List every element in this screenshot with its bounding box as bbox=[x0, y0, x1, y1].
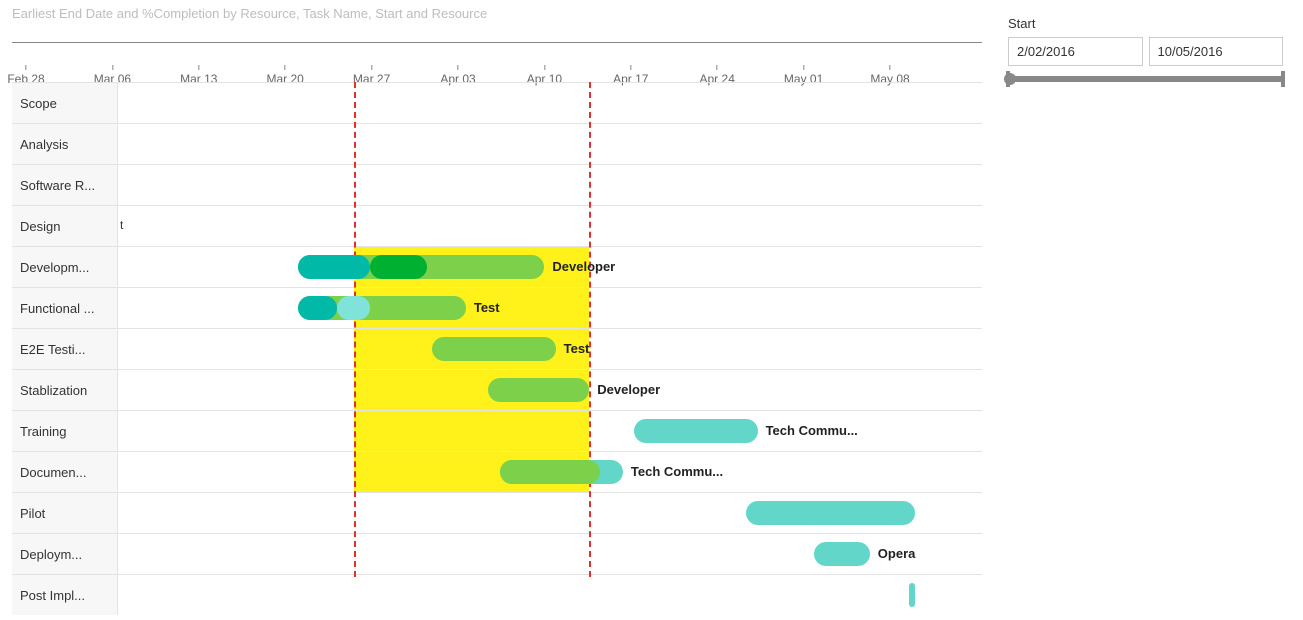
truncated-bar-label: t bbox=[120, 218, 123, 232]
row-label: Stablization bbox=[12, 370, 118, 410]
bar-resource-label: Opera bbox=[878, 546, 916, 561]
gantt-chart: Earliest End Date and %Completion by Res… bbox=[12, 6, 982, 57]
bar-zone: Test bbox=[118, 329, 982, 369]
gantt-row: Designt bbox=[12, 205, 982, 246]
gantt-bar[interactable] bbox=[746, 501, 914, 525]
bar-zone bbox=[118, 575, 982, 615]
bar-zone: Developer bbox=[118, 247, 982, 287]
bar-zone: Developer bbox=[118, 370, 982, 410]
milestone-line bbox=[354, 82, 356, 577]
row-label: Post Impl... bbox=[12, 575, 118, 615]
gantt-row: Analysis bbox=[12, 123, 982, 164]
row-label: Developm... bbox=[12, 247, 118, 287]
gantt-row: Software R... bbox=[12, 164, 982, 205]
row-label: E2E Testi... bbox=[12, 329, 118, 369]
row-label: Functional ... bbox=[12, 288, 118, 328]
row-label: Documen... bbox=[12, 452, 118, 492]
gantt-row: Scope bbox=[12, 82, 982, 123]
gantt-row: Stablization Developer bbox=[12, 369, 982, 410]
bar-resource-label: Test bbox=[564, 341, 590, 356]
gantt-row: Pilot bbox=[12, 492, 982, 533]
bar-zone bbox=[118, 165, 982, 205]
gantt-row: Training Tech Commu... bbox=[12, 410, 982, 451]
gantt-bar[interactable] bbox=[370, 255, 426, 279]
gantt-bar[interactable] bbox=[909, 583, 915, 607]
gantt-bar[interactable] bbox=[634, 419, 757, 443]
gantt-bar[interactable] bbox=[814, 542, 870, 566]
bar-resource-label: Tech Commu... bbox=[631, 464, 723, 479]
bar-resource-label: Test bbox=[474, 300, 500, 315]
gantt-row: E2E Testi... Test bbox=[12, 328, 982, 369]
bar-resource-label: Developer bbox=[552, 259, 615, 274]
row-label: Scope bbox=[12, 83, 118, 123]
date-slicer: Start 2/02/2016 10/05/2016 bbox=[1008, 16, 1283, 82]
slicer-slider[interactable] bbox=[1008, 76, 1283, 82]
bar-zone: t bbox=[118, 206, 982, 246]
gantt-row: Documen... Tech Commu... bbox=[12, 451, 982, 492]
bar-resource-label: Tech Commu... bbox=[766, 423, 858, 438]
gantt-bar[interactable] bbox=[500, 460, 601, 484]
bar-zone: Opera bbox=[118, 534, 982, 574]
row-label: Analysis bbox=[12, 124, 118, 164]
bar-zone: Test bbox=[118, 288, 982, 328]
gantt-bar[interactable] bbox=[298, 255, 371, 279]
slicer-inputs: 2/02/2016 10/05/2016 bbox=[1008, 37, 1283, 66]
bar-zone bbox=[118, 83, 982, 123]
slicer-title: Start bbox=[1008, 16, 1283, 31]
bar-resource-label: Developer bbox=[597, 382, 660, 397]
bar-zone: Tech Commu... bbox=[118, 452, 982, 492]
slider-endcap-right bbox=[1281, 71, 1285, 87]
row-label: Software R... bbox=[12, 165, 118, 205]
gantt-bar[interactable] bbox=[298, 296, 337, 320]
gantt-row: Functional ... Test bbox=[12, 287, 982, 328]
gantt-row: Deploym... Opera bbox=[12, 533, 982, 574]
gantt-row: Developm... Developer bbox=[12, 246, 982, 287]
chart-title: Earliest End Date and %Completion by Res… bbox=[12, 6, 982, 21]
bar-zone: Tech Commu... bbox=[118, 411, 982, 451]
plot-area: ScopeAnalysisSoftware R...DesigntDevelop… bbox=[12, 82, 982, 615]
row-label: Design bbox=[12, 206, 118, 246]
slicer-from-input[interactable]: 2/02/2016 bbox=[1008, 37, 1143, 66]
gantt-bar[interactable] bbox=[488, 378, 589, 402]
row-label: Pilot bbox=[12, 493, 118, 533]
bar-zone bbox=[118, 124, 982, 164]
gantt-row: Post Impl... bbox=[12, 574, 982, 615]
x-axis-line bbox=[12, 42, 982, 43]
milestone-line bbox=[589, 82, 591, 577]
slicer-to-input[interactable]: 10/05/2016 bbox=[1149, 37, 1284, 66]
gantt-bar[interactable] bbox=[432, 337, 555, 361]
row-label: Deploym... bbox=[12, 534, 118, 574]
bar-zone bbox=[118, 493, 982, 533]
gantt-bar[interactable] bbox=[337, 296, 371, 320]
row-label: Training bbox=[12, 411, 118, 451]
slider-handle[interactable] bbox=[1004, 73, 1016, 85]
